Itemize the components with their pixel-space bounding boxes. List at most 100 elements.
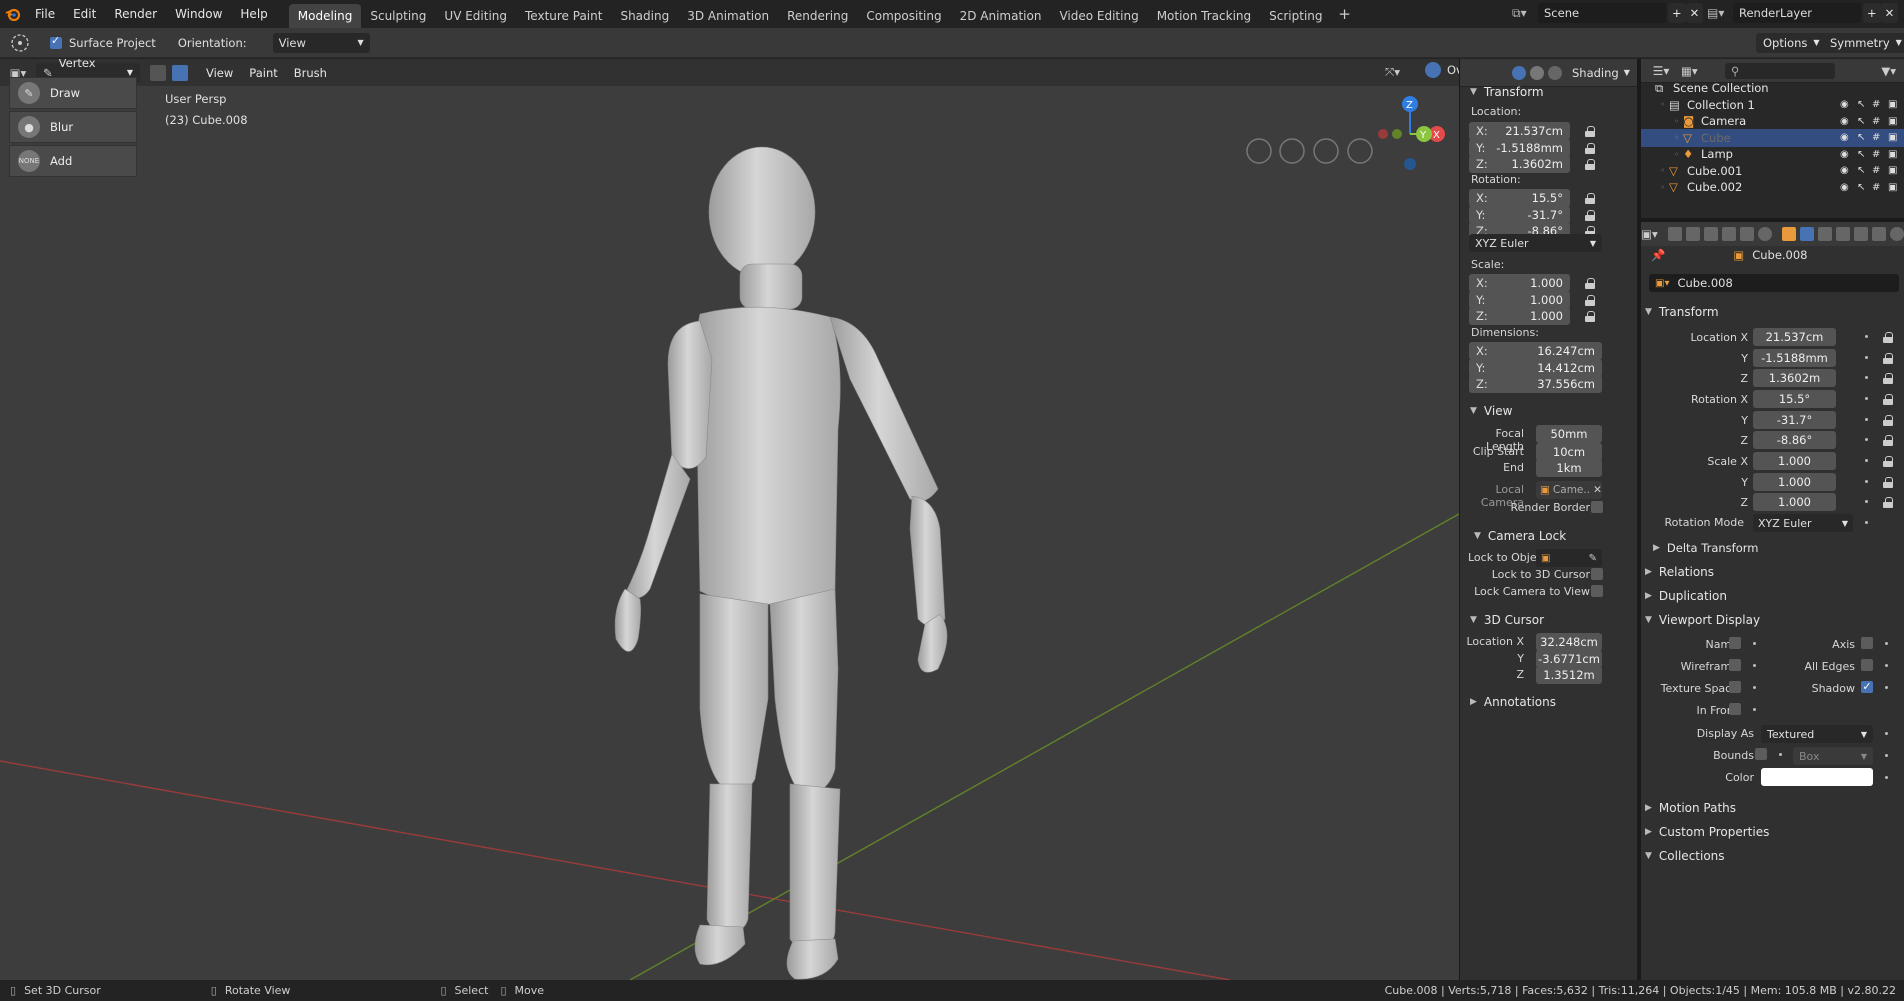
camera-lock-panel-header[interactable]: ▼ Camera Lock	[1460, 524, 1637, 548]
keyframe-dot-icon[interactable]	[1753, 708, 1756, 711]
lock-to-3d-cursor-checkbox[interactable]	[1591, 568, 1603, 580]
constraints-tab-icon[interactable]	[1854, 227, 1868, 241]
rotation-z-field[interactable]: -8.86°	[1753, 431, 1836, 449]
location-y-field[interactable]: Y: -1.5188mm	[1469, 138, 1570, 157]
lock-camera-to-view-checkbox[interactable]	[1591, 585, 1603, 597]
tab-video-editing[interactable]: Video Editing	[1050, 4, 1147, 28]
scale-x-field[interactable]: 1.000	[1753, 452, 1836, 470]
shading-dropdown[interactable]: Shading ▼	[1572, 66, 1630, 80]
visibility-eye-icon[interactable]: ◉	[1840, 132, 1849, 143]
render-border-checkbox[interactable]	[1591, 501, 1603, 513]
location-z-field[interactable]: 1.3602m	[1753, 369, 1836, 387]
rotation-y-field[interactable]: -31.7°	[1753, 410, 1836, 429]
annotations-panel-header[interactable]: ▶ Annotations	[1460, 690, 1637, 714]
display-mode-icon[interactable]: ▦▾	[1681, 64, 1711, 78]
view-layer-tab-icon[interactable]	[1722, 227, 1736, 241]
lock-icon[interactable]	[1585, 193, 1595, 204]
transform-panel-header[interactable]: ▼ Transform	[1641, 300, 1904, 324]
menu-edit[interactable]: Edit	[64, 0, 105, 28]
keyframe-dot-icon[interactable]	[1865, 335, 1868, 338]
tool-draw[interactable]: ✎ Draw	[9, 77, 137, 109]
rotation-mode-dropdown[interactable]: XYZ Euler ▼	[1469, 234, 1602, 252]
world-tab-icon[interactable]	[1758, 227, 1772, 241]
viewport-display-panel-header[interactable]: ▼ Viewport Display	[1641, 608, 1904, 632]
texture-space-checkbox[interactable]	[1729, 681, 1741, 693]
scene-tab-icon[interactable]	[1740, 227, 1754, 241]
motion-paths-panel-header[interactable]: ▶ Motion Paths	[1641, 796, 1904, 820]
render-tab-icon[interactable]	[1686, 227, 1700, 241]
tab-texture-paint[interactable]: Texture Paint	[516, 4, 611, 28]
surface-project-checkbox[interactable]	[50, 34, 62, 49]
viewport-toggle-icon[interactable]: #	[1872, 132, 1880, 143]
particles-tab-icon[interactable]	[1818, 227, 1832, 241]
wireframe-shading-icon[interactable]	[1512, 65, 1526, 80]
scene-icon[interactable]: ⧉▾	[1512, 6, 1538, 21]
bounds-checkbox[interactable]	[1755, 748, 1767, 760]
lock-icon[interactable]	[1585, 278, 1595, 289]
keyframe-dot-icon[interactable]	[1885, 664, 1888, 667]
viewport-nav-buttons[interactable]	[1246, 138, 1373, 164]
delete-scene-button[interactable]: ✕	[1685, 3, 1704, 23]
cursor-x-field[interactable]: 32.248cm	[1536, 633, 1602, 651]
rotation-x-field[interactable]: 15.5°	[1753, 390, 1836, 408]
expand-icon[interactable]: ◦	[1641, 150, 1679, 159]
expand-icon[interactable]: ◦	[1641, 166, 1665, 175]
expand-icon[interactable]: ◦	[1641, 133, 1679, 142]
rotation-x-field[interactable]: X: 15.5°	[1469, 189, 1570, 207]
outliner-item-camera[interactable]: ◦ ◙ Camera ◉ ↖ # ▣	[1641, 112, 1904, 130]
render-layer-field[interactable]: RenderLayer	[1733, 3, 1861, 23]
tab-modeling[interactable]: Modeling	[288, 4, 362, 28]
3d-cursor-panel-header[interactable]: ▼ 3D Cursor	[1460, 608, 1637, 632]
editor-type-icon[interactable]: ▣▾	[1641, 227, 1658, 241]
dimension-x-field[interactable]: X: 16.247cm	[1469, 342, 1602, 360]
lock-icon[interactable]	[1883, 414, 1893, 426]
relations-panel-header[interactable]: ▶ Relations	[1641, 560, 1904, 584]
editor-type-icon[interactable]: ☰▾	[1641, 64, 1681, 78]
lock-icon[interactable]	[1883, 476, 1893, 488]
lock-icon[interactable]	[1883, 497, 1893, 508]
outliner-item-cube-001[interactable]: ◦ ▽ Cube.001 ◉ ↖ # ▣	[1641, 162, 1904, 180]
keyframe-dot-icon[interactable]	[1885, 754, 1888, 757]
keyframe-dot-icon[interactable]	[1865, 376, 1868, 379]
add-workspace-button[interactable]: +	[1336, 5, 1354, 23]
keyframe-dot-icon[interactable]	[1865, 521, 1868, 524]
physics-tab-icon[interactable]	[1836, 227, 1850, 241]
keyframe-dot-icon[interactable]	[1865, 479, 1868, 483]
keyframe-dot-icon[interactable]	[1753, 686, 1756, 689]
lock-icon[interactable]	[1883, 373, 1893, 384]
scale-z-field[interactable]: 1.000	[1753, 493, 1836, 511]
close-icon[interactable]: ✕	[1593, 484, 1602, 496]
tool-blur[interactable]: ● Blur	[9, 111, 137, 143]
select-toggle-icon[interactable]: ↖	[1857, 132, 1865, 143]
viewport-toggle-icon[interactable]: #	[1872, 99, 1880, 110]
keyframe-dot-icon[interactable]	[1779, 753, 1782, 756]
view-panel-header[interactable]: ▼ View	[1460, 399, 1637, 423]
keyframe-dot-icon[interactable]	[1865, 397, 1868, 400]
scale-y-field[interactable]: 1.000	[1753, 472, 1836, 491]
outliner-item-cube-002[interactable]: ◦ ▽ Cube.002 ◉ ↖ # ▣	[1641, 178, 1904, 196]
location-y-field[interactable]: -1.5188mm	[1753, 348, 1836, 367]
paint-mask-icon[interactable]	[150, 64, 166, 81]
in-front-checkbox[interactable]	[1729, 703, 1741, 715]
cursor-z-field[interactable]: 1.3512m	[1536, 666, 1602, 684]
menu-render[interactable]: Render	[105, 0, 166, 28]
modifier-tab-icon[interactable]	[1800, 227, 1814, 241]
select-toggle-icon[interactable]: ↖	[1857, 149, 1865, 160]
output-tab-icon[interactable]	[1704, 227, 1718, 241]
tool-add[interactable]: NONE Add	[9, 145, 137, 177]
lock-icon[interactable]	[1883, 394, 1893, 405]
visibility-eye-icon[interactable]: ◉	[1840, 99, 1849, 110]
dimension-y-field[interactable]: Y: 14.412cm	[1469, 358, 1602, 377]
object-color-swatch[interactable]	[1761, 768, 1873, 786]
material-tab-icon[interactable]	[1890, 227, 1904, 241]
render-toggle-icon[interactable]: ▣	[1888, 182, 1897, 193]
menu-file[interactable]: File	[26, 0, 64, 28]
viewport-toggle-icon[interactable]: #	[1872, 116, 1880, 127]
options-dropdown[interactable]: Options ▼	[1756, 33, 1827, 53]
outliner-search-input[interactable]: ⚲	[1725, 62, 1835, 79]
visibility-eye-icon[interactable]: ◉	[1840, 116, 1849, 127]
navigation-gizmo[interactable]: Z X Y	[1378, 96, 1445, 170]
object-tab-icon[interactable]	[1782, 227, 1796, 241]
shadow-checkbox[interactable]: ✓	[1861, 681, 1873, 693]
select-toggle-icon[interactable]: ↖	[1857, 99, 1865, 110]
